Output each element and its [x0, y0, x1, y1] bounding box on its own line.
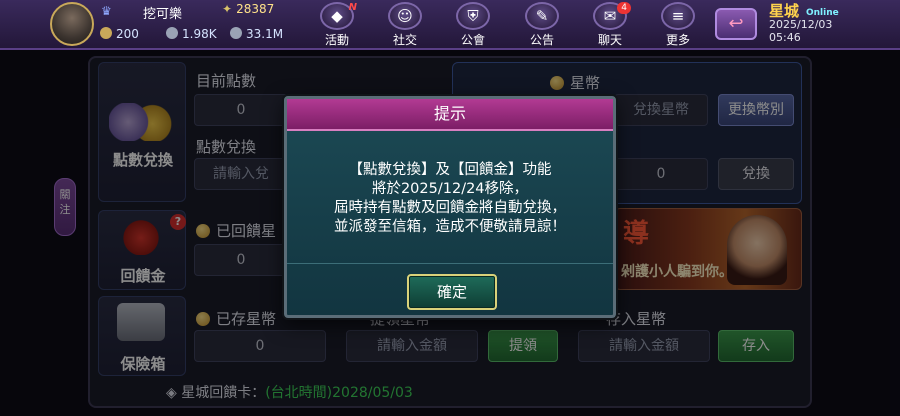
exchange-section-title: 點數兌換: [112, 151, 173, 169]
deposit-button[interactable]: 存入: [718, 330, 794, 362]
stat-gold-value: 200: [116, 27, 139, 41]
notice-dialog: 提示 【點數兌換】及【回饋金】功能 將於2025/12/24移除， 屆時持有點數…: [284, 96, 616, 318]
safe-icon: [117, 303, 165, 341]
points-display: ✦ 28387: [222, 2, 274, 16]
exchange-label: 點數兌換: [196, 138, 257, 156]
nav-guild-button[interactable]: ⛨ 公會: [450, 2, 496, 47]
withdraw-button[interactable]: 提領: [488, 330, 558, 362]
exchange-result-value: 0: [614, 158, 708, 190]
megaphone-icon: ✎: [525, 2, 559, 30]
star-coin-select[interactable]: 兌換星幣: [614, 94, 708, 126]
nav-activity-button[interactable]: ◆ N 活動: [314, 2, 360, 47]
vault-section-card: 保險箱: [98, 296, 186, 376]
stat-gold: 200: [100, 27, 139, 41]
nav-social-button[interactable]: ☺ 社交: [382, 2, 428, 47]
nav-social-label: 社交: [392, 33, 417, 47]
nav-chat-button[interactable]: ✉ 4 聊天: [587, 2, 633, 47]
returned-label: 已回饋星: [196, 220, 276, 241]
rebate-section-title: 回饋金: [120, 267, 166, 285]
nav-more-button[interactable]: ≡ 更多: [655, 2, 701, 47]
stat-silver-value: 1.98K: [182, 27, 217, 41]
stored-label: 已存星幣: [196, 308, 276, 329]
promo-banner[interactable]: 導 剁護小人騙到你。: [614, 208, 802, 290]
star-coin-icon: [550, 76, 564, 90]
avatar[interactable]: [50, 2, 94, 46]
stored-label-text: 已存星幣: [216, 310, 277, 328]
confirm-button[interactable]: 確定: [407, 274, 497, 310]
returned-label-text: 已回饋星: [216, 222, 277, 240]
stored-value: 0: [194, 330, 326, 362]
gift-bag-icon: [109, 217, 173, 255]
returned-value: 0: [194, 244, 288, 276]
coin-icon: [196, 224, 210, 238]
banner-caption: 剁護小人騙到你。: [621, 264, 733, 280]
coin-icon: [196, 312, 210, 326]
nav-notice-button[interactable]: ✎ 公告: [519, 2, 565, 47]
shield-icon: ⛨: [456, 2, 490, 30]
stat-silver: 1.98K: [166, 27, 217, 41]
clock-date: 2025/12/03: [769, 18, 833, 31]
dialog-line: 屆時持有點數及回饋金將自動兌換，: [334, 200, 566, 216]
star-coin-icon: ✦: [222, 2, 233, 16]
stat-star-value: 33.1M: [246, 27, 284, 41]
follow-side-tab[interactable]: 關注: [54, 178, 76, 236]
star-icon: [230, 27, 242, 39]
banner-headline: 導: [623, 219, 650, 249]
withdraw-amount-input[interactable]: 請輸入金額: [346, 330, 478, 362]
clock-time: 05:46: [769, 31, 801, 44]
rebate-card-label: ◈ 星城回饋卡：: [166, 385, 266, 401]
help-icon[interactable]: ?: [170, 214, 186, 230]
star-coin-label: 星幣: [550, 72, 600, 93]
new-badge: N: [348, 2, 357, 13]
rebate-card-info: ◈ 星城回饋卡：(台北時間)2028/05/03: [166, 382, 413, 402]
dialog-line: 並派發至信箱，造成不便敬請見諒！: [334, 219, 566, 235]
exchange-input[interactable]: 請輸入兌: [194, 158, 288, 190]
nav-activity-label: 活動: [324, 33, 349, 47]
rebate-card-date: (台北時間)2028/05/03: [265, 385, 413, 401]
unread-count-badge: 4: [617, 2, 631, 14]
exchange-section-card: 點數兌換: [98, 62, 186, 202]
current-points-label: 目前點數: [196, 72, 257, 90]
dialog-divider: [287, 263, 613, 264]
stat-star: 33.1M: [230, 27, 283, 41]
dialog-line: 將於2025/12/24移除，: [371, 181, 529, 197]
back-button[interactable]: ↩: [715, 8, 757, 40]
people-icon: ☺: [388, 2, 422, 30]
points-value: 28387: [236, 2, 275, 16]
coins-icon: [109, 103, 173, 141]
nav-notice-label: 公告: [529, 33, 554, 47]
change-currency-button[interactable]: 更換幣別: [718, 94, 794, 126]
gold-coin-icon: [100, 27, 112, 39]
dialog-line: 【點數兌換】及【回饋金】功能: [348, 162, 552, 178]
character-portrait: [727, 215, 787, 285]
dialog-message: 【點數兌換】及【回饋金】功能 將於2025/12/24移除， 屆時持有點數及回饋…: [297, 161, 603, 237]
nav-guild-label: 公會: [460, 33, 485, 47]
silver-coin-icon: [166, 27, 178, 39]
exchange-button[interactable]: 兌換: [718, 158, 794, 190]
star-coin-label-text: 星幣: [570, 74, 601, 92]
nav-chat-label: 聊天: [597, 33, 622, 47]
nav-more-label: 更多: [665, 33, 690, 47]
back-arrow-icon: ↩: [728, 13, 744, 34]
vault-section-title: 保險箱: [120, 355, 166, 373]
vip-crown-icon: ♛: [101, 4, 112, 18]
top-bar: ♛ 挖可樂 ✦ 28387 200 1.98K 33.1M ◆ N 活動 ☺ 社交…: [0, 0, 900, 50]
menu-icon: ≡: [661, 2, 695, 30]
deposit-amount-input[interactable]: 請輸入金額: [578, 330, 710, 362]
username: 挖可樂: [143, 7, 183, 22]
dialog-title: 提示: [287, 99, 613, 131]
current-points-value: 0: [194, 94, 288, 126]
brand-sub: Online: [806, 8, 839, 18]
